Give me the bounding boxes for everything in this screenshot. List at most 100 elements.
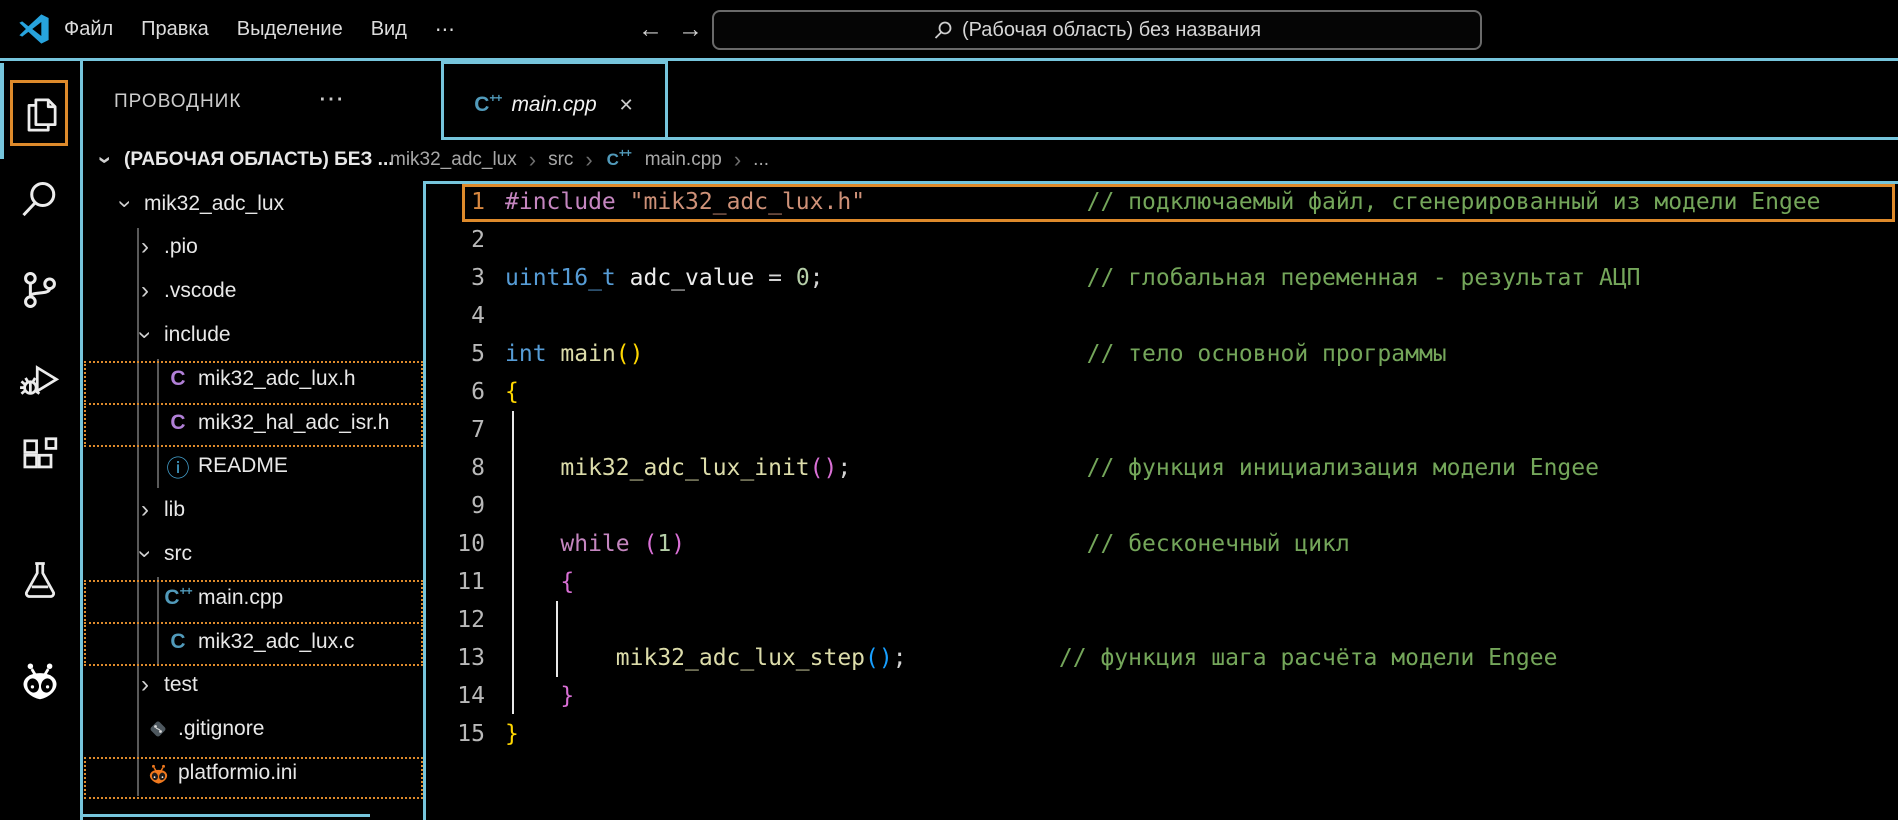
breadcrumb-folder[interactable]: mik32_adc_lux: [390, 149, 517, 171]
breadcrumb-folder[interactable]: src: [548, 149, 573, 171]
chevron-down-icon: ›: [113, 191, 137, 217]
files-icon: [18, 93, 62, 137]
code-line-12: 12: [423, 601, 1898, 639]
info-readme-icon: ⓘ: [164, 449, 192, 483]
close-tab-button[interactable]: ✕: [619, 95, 634, 116]
code-line-3: 3uint16_t adc_value = 0; // глобальная п…: [423, 259, 1898, 297]
menu-view[interactable]: Вид: [371, 18, 407, 41]
line-number: 13: [423, 639, 485, 677]
tree-item-gitignore[interactable]: .gitignore: [80, 707, 366, 751]
activity-run-debug-button[interactable]: [18, 358, 62, 402]
tree-item-mik32-adc-lux-h[interactable]: Cmik32_adc_lux.h: [80, 357, 366, 401]
tree-item-src[interactable]: › src: [80, 532, 366, 576]
code-editor[interactable]: 1#include "mik32_adc_lux.h" // подключае…: [423, 183, 1898, 773]
tree-item-mik32-adc-lux[interactable]: › mik32_adc_lux: [80, 182, 366, 226]
c-file-icon: C: [164, 630, 192, 654]
go-back-button[interactable]: ←: [638, 0, 663, 58]
code-line-10: 10 while (1) // бесконечный цикл: [423, 525, 1898, 563]
tree-item-readme[interactable]: ⓘREADME: [80, 445, 366, 489]
code-line-1: 1#include "mik32_adc_lux.h" // подключае…: [423, 183, 1898, 221]
tree-item-label: platformio.ini: [178, 761, 297, 785]
tree-item-vscode[interactable]: ›.vscode: [80, 269, 366, 313]
activity-platformio-button[interactable]: [18, 658, 62, 702]
tree-item-label: .vscode: [164, 279, 236, 303]
code-line-5: 5int main() // тело основной программы: [423, 335, 1898, 373]
line-number: 5: [423, 335, 485, 373]
tree-item-pio[interactable]: ›.pio: [80, 226, 366, 270]
chevron-right-icon: ›: [132, 673, 158, 697]
tab-main-cpp[interactable]: C++ main.cpp ✕: [450, 78, 658, 132]
tree-item-label: lib: [164, 498, 185, 522]
cpp-file-icon: C++: [164, 586, 192, 610]
chevron-down-icon: ›: [133, 322, 157, 348]
tree-item-main-cpp[interactable]: C++main.cpp: [80, 576, 366, 620]
search-icon: [18, 178, 62, 222]
activity-extensions-button[interactable]: [18, 436, 62, 480]
tree-item-lib[interactable]: › lib: [80, 488, 366, 532]
tree-item-workspace-root[interactable]: ›(РАБОЧАЯ ОБЛАСТЬ) БЕЗ ...: [80, 138, 366, 182]
chevron-right-icon: ›: [132, 498, 158, 522]
platformio-icon: [144, 762, 172, 785]
c-header-file-icon: C: [164, 367, 192, 391]
menu-edit[interactable]: Правка: [141, 18, 209, 41]
sidebar-title: ПРОВОДНИК: [114, 91, 241, 113]
line-number: 2: [423, 221, 485, 259]
debug-play-bug-icon: [18, 358, 62, 402]
tree-item-label: mik32_adc_lux: [144, 192, 284, 216]
chevron-down-icon: ›: [133, 541, 157, 567]
tree-item-label: main.cpp: [198, 586, 283, 610]
vscode-logo-icon: [16, 11, 52, 47]
code-line-7: 7: [423, 411, 1898, 449]
explorer-sidebar: ПРОВОДНИК ⋯ ›(РАБОЧАЯ ОБЛАСТЬ) БЕЗ ... › m…: [80, 61, 366, 820]
line-number: 4: [423, 297, 485, 335]
activity-testing-button[interactable]: [18, 558, 62, 602]
code-line-4: 4: [423, 297, 1898, 335]
tree-item-label: mik32_adc_lux.c: [198, 630, 354, 654]
code-line-14: 14 }: [423, 677, 1898, 715]
tree-item-label: README: [198, 454, 288, 478]
activity-source-control-button[interactable]: [18, 268, 62, 312]
activity-explorer-button[interactable]: [18, 93, 62, 137]
file-tree: ›(РАБОЧАЯ ОБЛАСТЬ) БЕЗ ... › mik32_adc_lux…: [80, 138, 366, 795]
tree-item-mik32-adc-lux-c[interactable]: Cmik32_adc_lux.c: [80, 620, 366, 664]
line-number: 1: [423, 183, 485, 221]
go-forward-button[interactable]: →: [678, 0, 703, 58]
git-branch-icon: [18, 268, 62, 312]
menu-selection[interactable]: Выделение: [237, 18, 343, 41]
code-line-6: 6{: [423, 373, 1898, 411]
search-icon: [933, 20, 953, 40]
chevron-right-icon: ›: [132, 279, 158, 303]
line-number: 6: [423, 373, 485, 411]
code-line-2: 2: [423, 221, 1898, 259]
tree-item-include[interactable]: ›include: [80, 313, 366, 357]
menu-overflow[interactable]: ⋯: [435, 17, 455, 42]
sidebar-more-actions-button[interactable]: ⋯: [318, 83, 344, 114]
tree-item-mik32-hal-adc-isr-h[interactable]: Cmik32_hal_adc_isr.h: [80, 401, 366, 445]
indent-guide: [512, 411, 514, 714]
menu-file[interactable]: Файл: [64, 18, 113, 41]
tree-item-test[interactable]: ›test: [80, 664, 366, 708]
breadcrumb-symbol[interactable]: ...: [753, 149, 769, 171]
tree-item-label: .gitignore: [178, 717, 264, 741]
line-number: 10: [423, 525, 485, 563]
chevron-right-icon: ›: [132, 235, 158, 259]
chevron-right-icon: ›: [529, 147, 536, 173]
tree-item-label: mik32_hal_adc_isr.h: [198, 411, 389, 435]
line-number: 14: [423, 677, 485, 715]
activity-search-button[interactable]: [18, 178, 62, 222]
tab-label: main.cpp: [511, 93, 596, 117]
chevron-right-icon: ›: [585, 147, 592, 173]
tree-item-label: .pio: [164, 235, 198, 259]
code-line-13: 13 mik32_adc_lux_step(); // функция шага…: [423, 639, 1898, 677]
c-header-file-icon: C: [164, 411, 192, 435]
tree-item-label: src: [164, 542, 192, 566]
command-center-search[interactable]: (Рабочая область) без названия: [712, 10, 1482, 50]
indent-guide: [556, 601, 558, 677]
breadcrumb-file[interactable]: main.cpp: [645, 149, 722, 171]
flask-icon: [18, 558, 62, 602]
tree-item-platformio-ini[interactable]: platformio.ini: [80, 751, 366, 795]
line-number: 12: [423, 601, 485, 639]
cpp-file-icon: C++: [474, 93, 501, 117]
code-line-8: 8 mik32_adc_lux_init(); // функция иници…: [423, 449, 1898, 487]
line-number: 7: [423, 411, 485, 449]
